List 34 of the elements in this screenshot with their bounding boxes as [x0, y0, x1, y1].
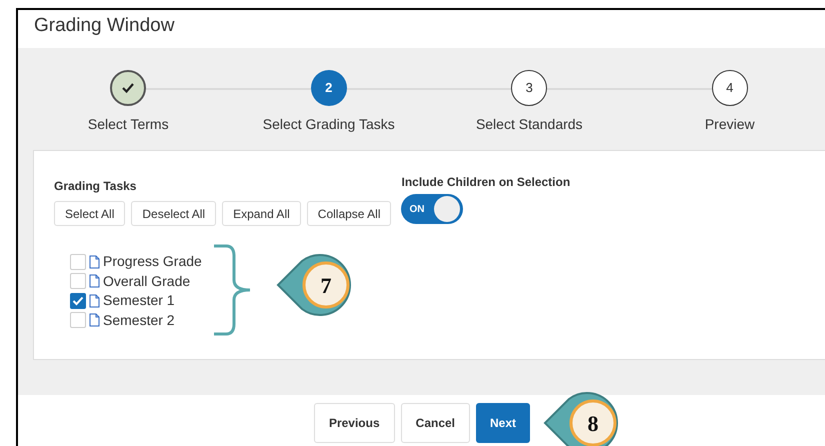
- step-number: 3: [511, 70, 548, 106]
- checkmark-icon: [121, 82, 136, 94]
- action-button[interactable]: Deselect All: [131, 201, 216, 226]
- step-label: Select Terms: [88, 115, 169, 134]
- checkmark-icon: [72, 296, 84, 306]
- checkbox[interactable]: [70, 254, 86, 270]
- document-icon: [89, 313, 100, 328]
- task-label: Semester 1: [103, 291, 175, 310]
- step-label: Select Grading Tasks: [262, 115, 395, 134]
- footer-button[interactable]: Next: [476, 403, 530, 443]
- document-icon: [89, 294, 100, 308]
- footer-button[interactable]: Cancel: [400, 403, 470, 443]
- toggle-state-text: ON: [408, 202, 424, 216]
- section-heading: Grading Tasks: [54, 178, 138, 195]
- step-number: 2: [310, 70, 347, 106]
- task-label: Progress Grade: [103, 252, 202, 272]
- toggle-label: Include Children on Selection: [401, 174, 570, 191]
- footer-button[interactable]: Previous: [314, 403, 395, 443]
- action-button[interactable]: Collapse All: [306, 201, 392, 226]
- toggle-switch[interactable]: ON: [401, 194, 464, 224]
- checkbox[interactable]: [70, 312, 86, 328]
- checkbox[interactable]: [70, 273, 86, 290]
- document-icon: [89, 254, 100, 269]
- task-label: Semester 2: [103, 310, 175, 330]
- checkbox[interactable]: [70, 292, 86, 309]
- document-icon: [89, 274, 100, 288]
- step-number: 4: [712, 70, 748, 106]
- action-button[interactable]: Select All: [54, 201, 126, 226]
- action-button[interactable]: Expand All: [222, 201, 301, 226]
- step-label: Preview: [704, 115, 755, 134]
- toggle-knob: [434, 196, 460, 222]
- task-label: Overall Grade: [103, 272, 190, 291]
- step-label: Select Standards: [476, 115, 583, 134]
- window-title: Grading Window: [33, 14, 176, 38]
